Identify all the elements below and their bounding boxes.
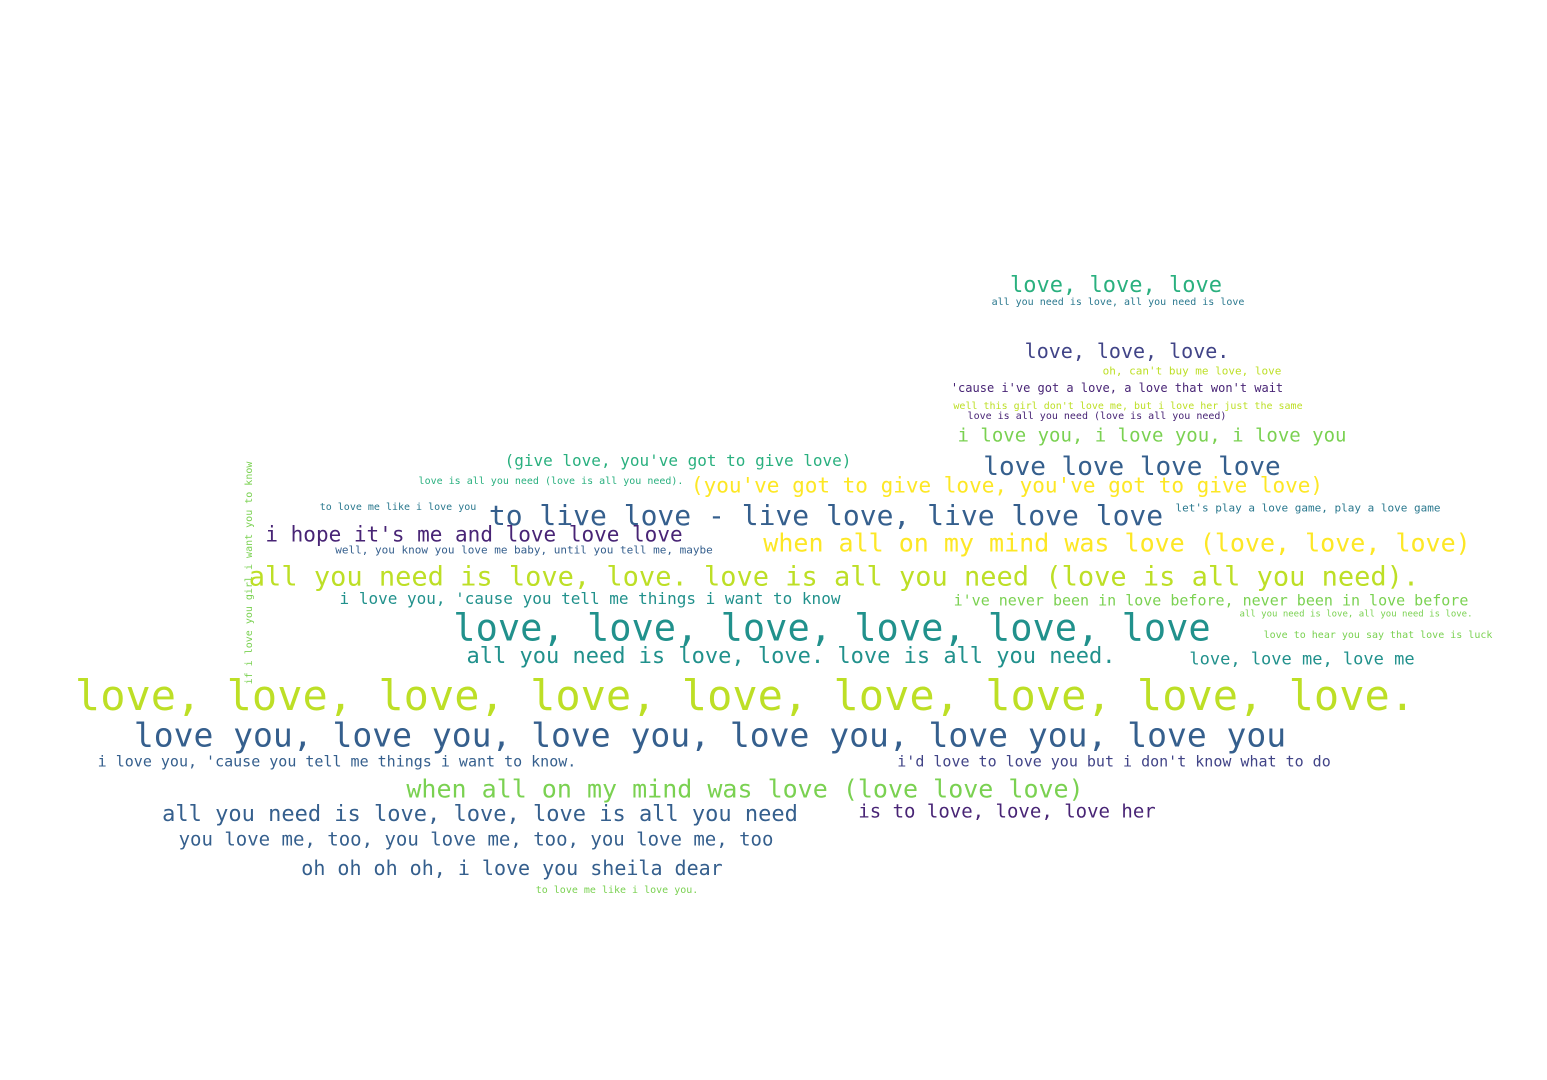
- cloud-phrase: all you need is love, all you need is lo…: [1239, 609, 1473, 620]
- cloud-phrase: all you need is love, love, love is all …: [162, 802, 798, 827]
- cloud-phrase: let's play a love game, play a love game: [1175, 501, 1441, 515]
- cloud-phrase: well, you know you love me baby, until y…: [335, 543, 713, 557]
- cloud-phrase: love you, love you, love you, love you, …: [133, 715, 1287, 755]
- cloud-phrase: (you've got to give love, you've got to …: [690, 473, 1324, 498]
- cloud-phrase: love, love me, love me: [1189, 649, 1415, 670]
- cloud-phrase: love, love, love, love, love, love, love…: [74, 671, 1416, 720]
- cloud-phrase: all you need is love, love. love is all …: [466, 644, 1116, 669]
- cloud-phrase: oh, can't buy me love, love: [1102, 364, 1282, 378]
- cloud-phrase: is to love, love, love her: [858, 800, 1156, 823]
- cloud-phrase: i love you, i love you, i love you: [957, 424, 1347, 447]
- cloud-phrase: when all on my mind was love (love, love…: [763, 528, 1471, 558]
- word-cloud: love, love, love all you need is love, a…: [0, 0, 1547, 1080]
- cloud-phrase: you love me, too, you love me, too, you …: [178, 828, 774, 851]
- cloud-phrase: love, love, love.: [1024, 339, 1230, 363]
- cloud-phrase: 'cause i've got a love, a love that won'…: [950, 381, 1284, 395]
- cloud-phrase: love, love, love, love, love, love: [453, 606, 1211, 650]
- cloud-phrase: (give love, you've got to give love): [504, 451, 852, 470]
- cloud-phrase: i hope it's me and love love love: [265, 522, 683, 547]
- cloud-phrase: to love me like i love you: [319, 502, 477, 513]
- cloud-phrase: love is all you need (love is all you ne…: [418, 476, 684, 487]
- cloud-phrase: i love you, 'cause you tell me things i …: [97, 752, 577, 771]
- cloud-phrase: all you need is love, all you need is lo…: [991, 297, 1245, 308]
- cloud-phrase: love is all you need (love is all you ne…: [967, 411, 1227, 422]
- cloud-phrase: when all on my mind was love (love love …: [406, 774, 1084, 804]
- cloud-phrase: i'd love to love you but i don't know wh…: [897, 752, 1331, 771]
- cloud-phrase: to love me like i love you.: [535, 885, 699, 896]
- cloud-phrase: love, love, love: [1010, 273, 1222, 298]
- cloud-phrase: oh oh oh oh, i love you sheila dear: [301, 856, 723, 880]
- cloud-phrase: love to hear you say that love is luck: [1263, 630, 1493, 641]
- cloud-phrase: i love you, 'cause you tell me things i …: [339, 589, 841, 608]
- cloud-phrase: all you need is love, love. love is all …: [248, 561, 1420, 593]
